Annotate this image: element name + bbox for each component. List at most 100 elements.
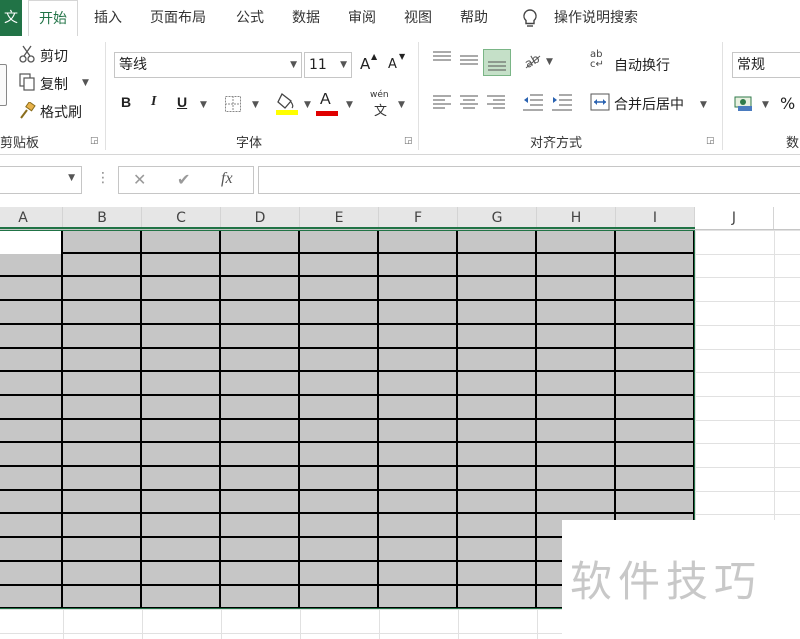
table-cell[interactable] (458, 254, 537, 277)
cut-button[interactable]: 剪切 (18, 44, 104, 66)
clipboard-launcher-icon[interactable]: ◲ (90, 136, 99, 146)
tab-data[interactable]: 数据 (292, 0, 320, 36)
table-cell[interactable] (616, 420, 695, 443)
table-cell[interactable] (221, 277, 300, 301)
table-cell[interactable] (142, 514, 221, 538)
align-right-icon[interactable] (486, 94, 506, 114)
phonetic-guide-button[interactable]: wén 文 ▼ (368, 90, 408, 119)
table-cell[interactable] (0, 420, 63, 443)
tab-insert[interactable]: 插入 (94, 0, 122, 36)
font-launcher-icon[interactable]: ◲ (404, 136, 413, 146)
table-cell[interactable] (616, 396, 695, 420)
table-cell[interactable] (537, 372, 616, 396)
table-cell[interactable] (63, 538, 142, 562)
tab-review[interactable]: 审阅 (348, 0, 376, 36)
table-cell[interactable] (0, 396, 63, 420)
table-cell[interactable] (379, 301, 458, 325)
table-cell[interactable] (300, 443, 379, 467)
table-cell[interactable] (458, 562, 537, 586)
table-cell[interactable] (537, 277, 616, 301)
tab-formulas[interactable]: 公式 (236, 0, 264, 36)
table-cell[interactable] (379, 467, 458, 491)
number-format-combo[interactable]: 常规 (732, 52, 800, 78)
cancel-icon[interactable]: ✕ (133, 170, 146, 189)
table-cell[interactable] (379, 254, 458, 277)
table-cell[interactable] (63, 325, 142, 349)
table-cell[interactable] (616, 491, 695, 514)
table-cell[interactable] (458, 467, 537, 491)
font-size-combo[interactable]: 11 ▼ (304, 52, 352, 78)
table-cell[interactable] (63, 420, 142, 443)
table-cell[interactable] (142, 586, 221, 609)
table-cell[interactable] (458, 277, 537, 301)
table-cell[interactable] (537, 349, 616, 372)
table-cell[interactable] (379, 230, 458, 254)
table-cell[interactable] (0, 349, 63, 372)
top-align-icon[interactable] (432, 50, 452, 70)
table-cell[interactable] (221, 420, 300, 443)
table-cell[interactable] (300, 420, 379, 443)
table-cell[interactable] (0, 372, 63, 396)
table-cell[interactable] (300, 514, 379, 538)
table-cell[interactable] (537, 254, 616, 277)
name-box[interactable]: ▼ (0, 166, 82, 194)
tab-view[interactable]: 视图 (404, 0, 432, 36)
column-header-j[interactable]: J (695, 207, 774, 229)
table-cell[interactable] (379, 491, 458, 514)
table-cell[interactable] (142, 538, 221, 562)
tab-page-layout[interactable]: 页面布局 (150, 0, 206, 36)
table-cell[interactable] (458, 325, 537, 349)
active-cell[interactable] (0, 230, 63, 254)
chevron-down-icon[interactable]: ▼ (346, 100, 353, 110)
table-cell[interactable] (0, 467, 63, 491)
enter-icon[interactable]: ✔ (177, 170, 190, 189)
table-cell[interactable] (616, 301, 695, 325)
table-cell[interactable] (379, 396, 458, 420)
formula-bar-options-icon[interactable]: ⋮ (96, 170, 110, 186)
table-cell[interactable] (458, 372, 537, 396)
increase-indent-icon[interactable] (551, 92, 573, 116)
table-cell[interactable] (300, 562, 379, 586)
table-cell[interactable] (63, 586, 142, 609)
table-cell[interactable] (63, 562, 142, 586)
table-cell[interactable] (142, 443, 221, 467)
table-cell[interactable] (537, 467, 616, 491)
table-cell[interactable] (379, 372, 458, 396)
table-cell[interactable] (616, 349, 695, 372)
column-header-d[interactable]: D (221, 207, 300, 229)
chevron-down-icon[interactable]: ▼ (762, 100, 769, 110)
column-header-a[interactable]: A (0, 207, 63, 229)
middle-align-icon[interactable] (459, 50, 479, 74)
table-cell[interactable] (63, 396, 142, 420)
table-cell[interactable] (379, 349, 458, 372)
table-cell[interactable] (221, 538, 300, 562)
table-cell[interactable] (221, 230, 300, 254)
table-cell[interactable] (616, 325, 695, 349)
table-cell[interactable] (300, 538, 379, 562)
chevron-down-icon[interactable]: ▼ (200, 100, 207, 110)
borders-button[interactable]: ▼ (222, 92, 262, 116)
table-cell[interactable] (221, 467, 300, 491)
column-header-f[interactable]: F (379, 207, 458, 229)
table-cell[interactable] (537, 491, 616, 514)
table-cell[interactable] (221, 586, 300, 609)
table-cell[interactable] (221, 325, 300, 349)
table-cell[interactable] (63, 491, 142, 514)
chevron-down-icon[interactable]: ▼ (304, 100, 311, 110)
chevron-down-icon[interactable]: ▼ (252, 100, 259, 110)
insert-function-icon[interactable]: fx (221, 170, 233, 188)
font-name-combo[interactable]: 等线 ▼ (114, 52, 302, 78)
column-header-c[interactable]: C (142, 207, 221, 229)
table-cell[interactable] (300, 325, 379, 349)
chevron-down-icon[interactable]: ▼ (290, 53, 297, 77)
table-cell[interactable] (0, 301, 63, 325)
table-cell[interactable] (537, 301, 616, 325)
table-cell[interactable] (379, 443, 458, 467)
column-header-g[interactable]: G (458, 207, 537, 229)
table-cell[interactable] (63, 254, 142, 277)
merge-center-button[interactable]: 合并后居中 ▼ (590, 90, 712, 116)
column-header-i[interactable]: I (616, 207, 695, 229)
bold-button[interactable]: B (118, 92, 138, 116)
table-cell[interactable] (458, 538, 537, 562)
table-cell[interactable] (458, 491, 537, 514)
